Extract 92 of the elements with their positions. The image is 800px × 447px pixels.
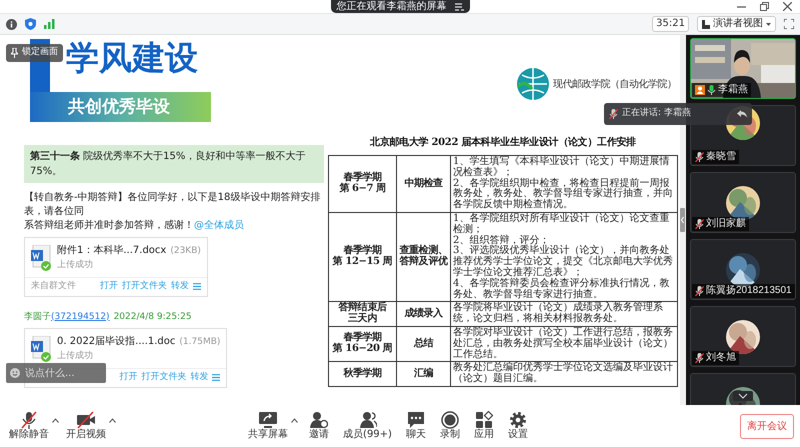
table-text: 2、组织答辩，评分； [453, 236, 550, 246]
participant-tile[interactable]: 李霜燕 [690, 38, 796, 99]
table-cell: 秋季学期 [328, 362, 396, 386]
logo-text: 现代邮政学院（自动化学院） [553, 78, 676, 92]
info-icon[interactable] [6, 18, 17, 30]
table-text: 1、学生填写《本科毕业设计（论文）中期进展情况检查表》； [453, 157, 670, 178]
participant-name: 陈翼扬2018213501 [706, 285, 792, 297]
table-text: 各学院将毕业设计（论文）成绩录入教务管理系统，论文归档，将相关材料报教务处。 [453, 303, 664, 325]
table-cell: 春季学期 第 16−20 周 [328, 326, 396, 362]
menu-icon[interactable] [212, 374, 220, 382]
table-text: 1、各学院组织对所有毕业设计（论文）论文查重检测； [453, 214, 670, 235]
participant-name: 刘冬旭 [706, 352, 736, 364]
toolbar-button[interactable]: 聊天 [402, 411, 429, 441]
file-source: 来自群文件 [31, 280, 76, 293]
timer: 35:21 [652, 16, 689, 32]
members-icon [358, 411, 376, 429]
collapse-handle-icon[interactable] [680, 208, 685, 232]
table-cell: 查重检测、 答辩及评优 [396, 212, 450, 302]
scroll-down-icon[interactable] [733, 391, 753, 401]
table-text: 各学院对毕业设计（论文）工作进行总结，报教务处汇总，由教务处撰写全校本届毕业设计（论文）工作总结。 [453, 328, 674, 360]
leave-meeting-button[interactable]: 离开会议 [740, 414, 794, 438]
table-cell: 成绩录入 [396, 302, 450, 326]
subtitle-banner: 共创优秀毕设 [30, 92, 211, 122]
caret-icon [766, 22, 771, 26]
chat-icon [406, 411, 425, 429]
word-file-icon [31, 336, 53, 362]
lock-button[interactable]: 锁定画面 [6, 44, 63, 62]
table-cell: 中期检查 [396, 156, 450, 212]
file-size: (23KB) [170, 245, 201, 258]
toolbar-button[interactable]: 开启视频 [63, 411, 109, 441]
signal-icon[interactable] [44, 19, 55, 29]
participant-name: 李霜燕 [718, 84, 748, 96]
table-cell: 总结 [396, 326, 450, 362]
table-text: 教务处汇总编印优秀学士学位论文选编及毕业设计（论文）题目汇编。 [453, 363, 674, 385]
emoji-icon[interactable] [10, 368, 20, 378]
file-size: (1.75MB) [179, 336, 220, 349]
table-cell: 汇编 [396, 362, 450, 386]
reply-arrow-icon[interactable] [737, 110, 747, 118]
pin-icon [11, 48, 18, 58]
fullscreen-icon[interactable] [784, 19, 794, 29]
view-button[interactable]: 演讲者视图 [697, 16, 776, 32]
message-time: 2022/4/8 9:25:25 [114, 312, 192, 322]
caret-icon[interactable] [109, 418, 116, 422]
table-cell: 春季学期 第 6−7 周 [328, 156, 396, 212]
menu-icon[interactable] [192, 283, 201, 290]
caret-icon[interactable] [291, 418, 298, 422]
participant-name: 秦晓雪 [706, 151, 736, 163]
sender-id-link[interactable]: (372194512) [51, 312, 110, 322]
participant-name: 刘旧家麒 [706, 218, 746, 230]
chat-input[interactable]: 说点什么... [6, 363, 106, 383]
toolbar-button[interactable]: 邀请 [306, 411, 332, 441]
toolbar-button[interactable]: 设置 [504, 411, 531, 441]
word-file-icon [31, 244, 53, 270]
participant-tile[interactable]: 陈翼扬2018213501 [690, 239, 796, 300]
file-name: 0. 2022届毕设指....1.doc [57, 334, 176, 349]
banner-text: 您正在观看李霜燕的屏幕 [336, 0, 446, 13]
screen-share-icon [258, 411, 278, 429]
toolbar-button[interactable]: 应用 [470, 411, 497, 441]
sender-name: 李圆子 [24, 312, 51, 322]
shield-icon[interactable] [25, 18, 36, 30]
table-text: 4、各学院答辩委员会检查评分标准执行情况，教务处、教学督导组专家进行抽查。 [453, 278, 670, 300]
chat-text-input[interactable]: 说点什么... [25, 366, 85, 380]
upload-status: 上传成功 [57, 350, 94, 362]
table-cell: 答辩结束后 三天内 [328, 302, 396, 326]
table-text: 2、各学院组织期中检查，将检查日程提前一周报教务处，教务处、教学督导组专家进行抽查，并向各学院反馈中期检查情况。 [453, 178, 674, 211]
restore-icon[interactable] [760, 2, 769, 11]
caret-icon[interactable] [52, 418, 59, 422]
table-title: 北京邮电大学 2022 届本科毕业生毕业设计（论文）工作安排 [369, 135, 637, 150]
record-icon [440, 411, 459, 429]
message-text: 【转自教务-中期答辩】各位同学好，以下是18级毕设中期答辩安排表，请各位同 系答辩组老师并准时参加答辩，感谢！@全体成员 [24, 191, 322, 233]
muted-mic-icon [609, 109, 618, 119]
globe-logo-icon [516, 67, 550, 101]
participant-tile[interactable]: 刘冬旭 [690, 306, 796, 367]
toolbar-button[interactable]: 成员(99+) [340, 411, 395, 441]
table-text: 3、评选院级优秀毕业设计（论文），并向教务处推荐优秀学士学位论文，提交《北京邮电大学优秀学士学位论文推荐汇总表》； [453, 246, 674, 278]
file-card[interactable]: 附件1：本科毕...7.docx (23KB) 上传成功 来自群文件 打开 打开文件夹 转发 [24, 237, 208, 296]
participant-tile[interactable]: 刘旧家麒 [690, 172, 796, 233]
close-icon[interactable] [783, 2, 792, 11]
settings-icon [508, 411, 527, 429]
layout-icon [702, 20, 710, 28]
upload-status: 上传成功 [57, 258, 94, 272]
speaking-label: 正在讲话: 李霜燕 [622, 107, 691, 120]
apps-icon [474, 411, 493, 429]
record-button[interactable]: 录制 [436, 411, 463, 441]
toolbar-button[interactable]: 共享屏幕 [245, 411, 292, 441]
rule-note: 第三十一条 院级优秀率不大于15%，良好和中等率一般不大于75%。 [24, 145, 324, 183]
file-name: 附件1：本科毕...7.docx [57, 244, 166, 258]
invite-icon [310, 411, 328, 429]
toolbar-button[interactable]: 解除静音 [6, 411, 52, 441]
slide-title: 学风建设 [66, 37, 198, 79]
list-icon[interactable] [454, 2, 464, 10]
table-cell: 春季学期 第 12−15 周 [328, 212, 396, 302]
